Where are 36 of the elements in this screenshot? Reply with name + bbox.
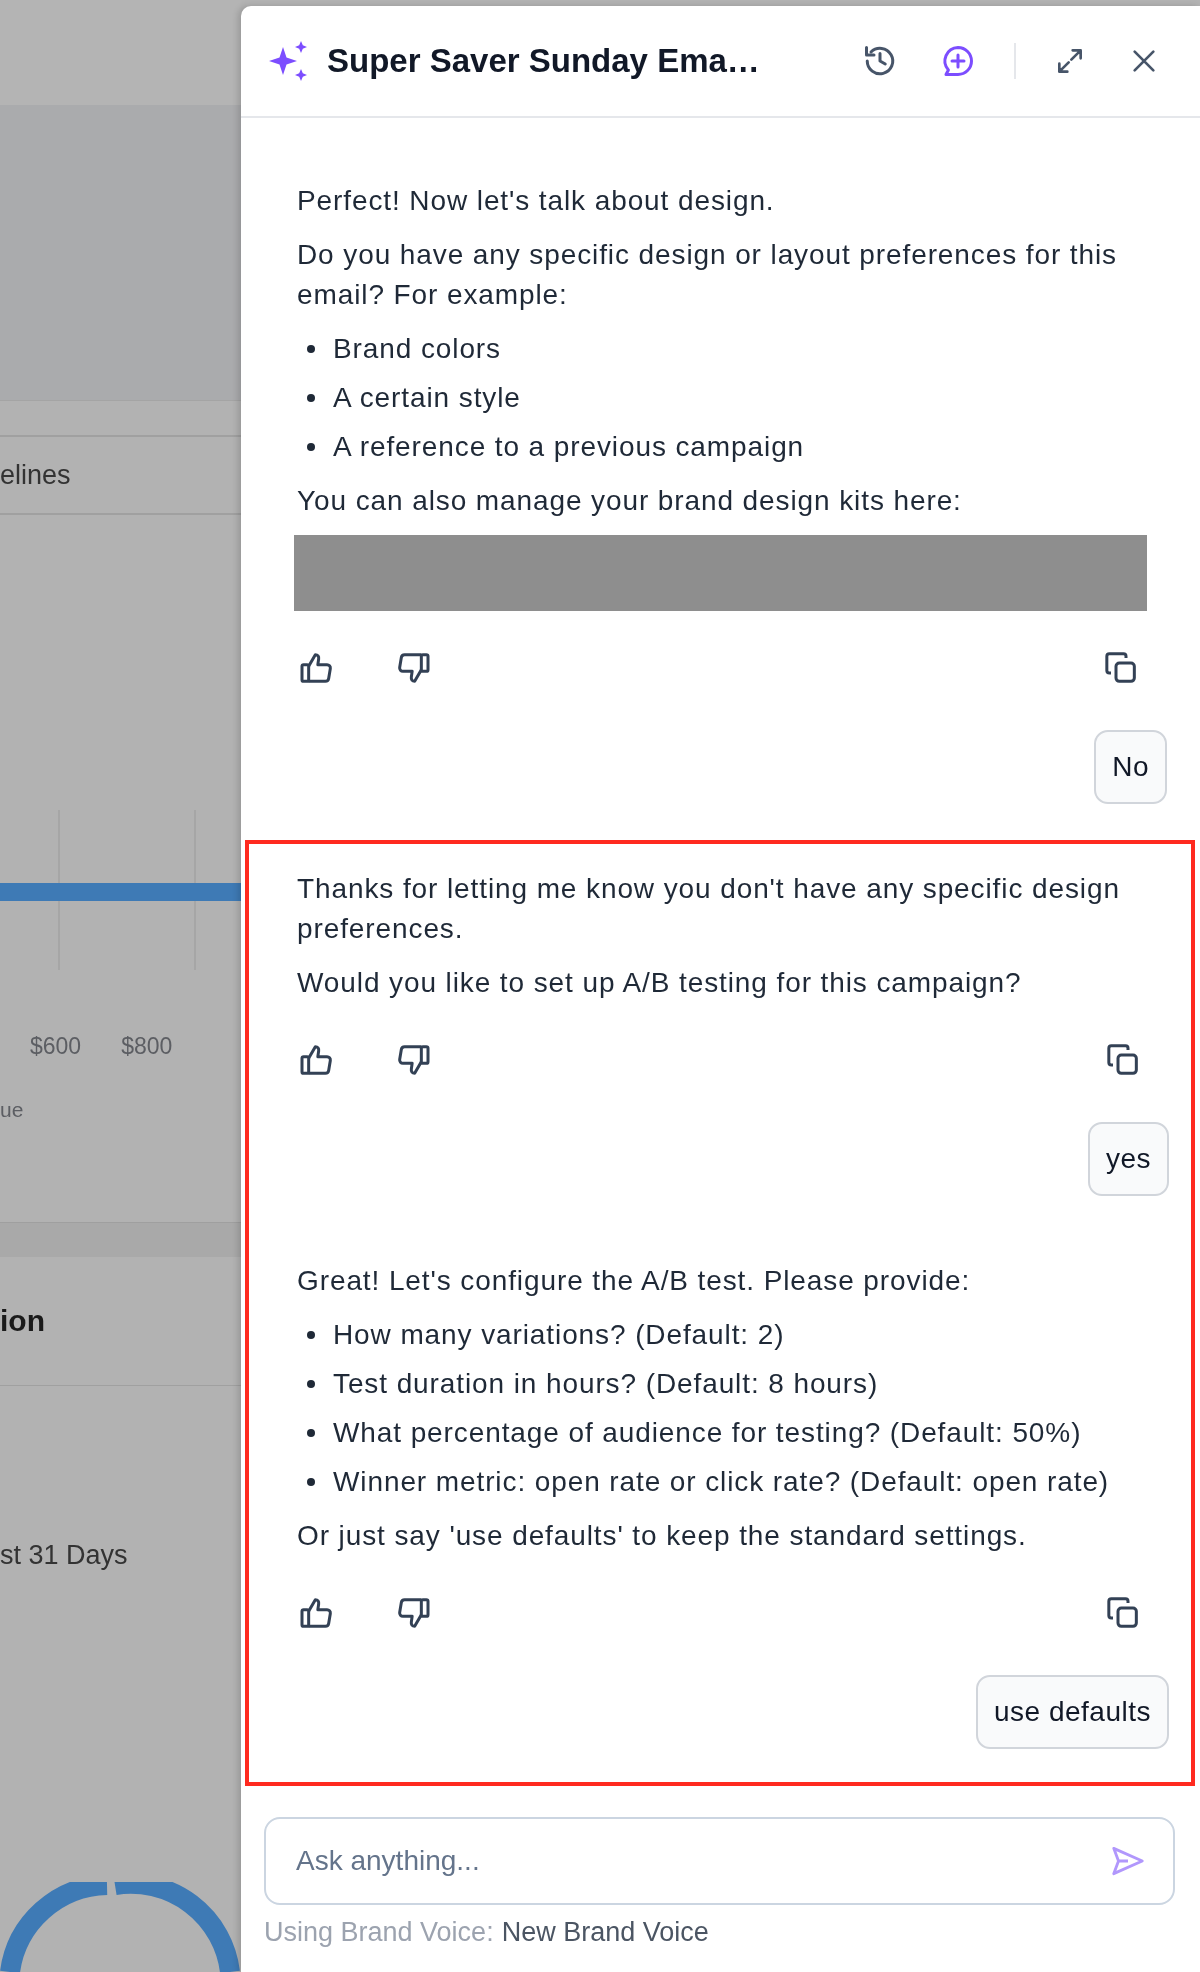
user-message-bubble: use defaults xyxy=(976,1675,1169,1749)
user-message-bubble: No xyxy=(1094,730,1167,804)
message-text: You can also manage your brand design kits here: xyxy=(297,484,963,518)
user-message-bubble: yes xyxy=(1087,1122,1169,1196)
list-item-text: Winner metric: open rate or click rate? (Default: open rate) xyxy=(333,1465,1110,1499)
list-item-text: A certain style xyxy=(333,381,521,415)
bullet-icon xyxy=(307,345,315,353)
bullet-icon xyxy=(307,1380,315,1388)
list-item-text: Brand colors xyxy=(333,332,501,366)
panel-title: Super Saver Sunday Ema… xyxy=(327,42,760,80)
chat-plus-icon xyxy=(940,43,976,79)
message-text: Or just say 'use defaults' to keep the standard settings. xyxy=(297,1519,1028,1553)
row-label: elines xyxy=(0,459,71,491)
list-item-text: A reference to a previous campaign xyxy=(333,430,805,464)
list-item-text: How many variations? (Default: 2) xyxy=(333,1318,785,1352)
bullet-icon xyxy=(307,394,315,402)
list-item-text: Test duration in hours? (Default: 8 hours) xyxy=(333,1367,879,1401)
message-text: Perfect! Now let's talk about design. xyxy=(297,184,776,218)
chat-input-box[interactable]: Ask anything... xyxy=(264,1817,1175,1905)
brand-voice-label: Using Brand Voice: xyxy=(264,1916,494,1949)
section-title: ion xyxy=(0,1304,45,1338)
axis-title: ue xyxy=(0,1098,25,1122)
message-text: Thanks for letting me know you don't have any specific design preferences. xyxy=(297,872,1121,946)
bullet-icon xyxy=(307,1331,315,1339)
bullet-icon xyxy=(307,1478,315,1486)
bullet-icon xyxy=(307,443,315,451)
chat-input-field[interactable]: Ask anything... xyxy=(294,1844,1105,1878)
brand-voice-name: New Brand Voice xyxy=(501,1916,709,1949)
message-text: Great! Let's configure the A/B test. Please provide: xyxy=(297,1264,972,1298)
message-text: Do you have any specific design or layout preferences for this email? For example: xyxy=(297,238,1118,312)
axis-label: $600 xyxy=(30,1033,82,1060)
bullet-icon xyxy=(307,1429,315,1437)
list-item-text: What percentage of audience for testing? (Default: 50%) xyxy=(333,1416,1082,1450)
message-text: Would you like to set up A/B testing for this campaign? xyxy=(297,966,1023,1000)
axis-label: $800 xyxy=(121,1033,173,1060)
period-label: st 31 Days xyxy=(0,1540,129,1571)
